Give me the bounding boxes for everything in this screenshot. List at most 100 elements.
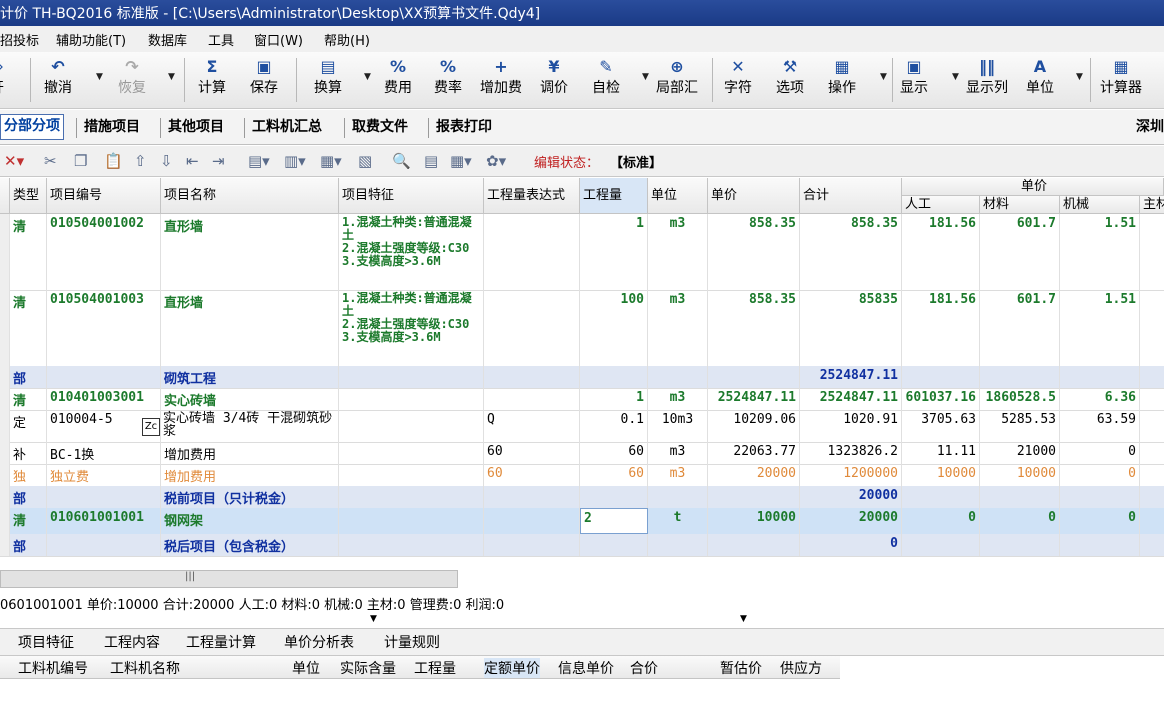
cell-material[interactable]: 21000 xyxy=(980,442,1060,464)
cell-machine[interactable]: 63.59 xyxy=(1060,410,1140,442)
cell-expr[interactable] xyxy=(484,508,580,534)
tab-item-features[interactable]: 项目特征 xyxy=(18,632,74,652)
tab-unit-price-analysis[interactable]: 单价分析表 xyxy=(284,632,354,652)
cell-unit[interactable] xyxy=(648,486,708,508)
split-arrow-icon[interactable]: ▼ xyxy=(740,614,747,624)
cell-qty[interactable]: 1 xyxy=(580,388,648,410)
cell-expr[interactable] xyxy=(484,388,580,410)
toolbar-button-13[interactable]: ✕ 字符 xyxy=(724,56,752,104)
tab-measure-rules[interactable]: 计量规则 xyxy=(384,632,440,652)
cell-material[interactable] xyxy=(980,534,1060,556)
cell-material[interactable]: 1860528.5 xyxy=(980,388,1060,410)
toolbar-button-16[interactable]: ▣ 显示 xyxy=(900,56,928,104)
cell-name[interactable]: 税后项目（包含税金） xyxy=(161,534,339,556)
menu-auxiliary[interactable]: 辅助功能(T) xyxy=(56,30,126,49)
cell-code[interactable]: BC-1换 xyxy=(47,442,161,464)
cell-labor[interactable]: 3705.63 xyxy=(902,410,980,442)
cell-type[interactable]: 补 xyxy=(10,442,47,464)
toolbar-button-3[interactable]: ↷ 恢复 xyxy=(118,56,146,104)
cell-code[interactable]: 010504001002 xyxy=(47,214,161,290)
cell-price[interactable]: 22063.77 xyxy=(708,442,800,464)
cell-total[interactable]: 0 xyxy=(800,534,902,556)
insert-row-icon[interactable]: ▤▾ xyxy=(248,152,270,170)
table-row[interactable]: 定 010004-5 实心砖墙 3/4砖 干混砌筑砂浆 Q 0.1 10m3 10209.0… xyxy=(0,410,1164,443)
tab-quantity-calc[interactable]: 工程量计算 xyxy=(186,632,256,652)
table-row[interactable]: 部 税前项目（只计税金） 20000 xyxy=(0,486,1164,509)
row-header[interactable] xyxy=(0,410,10,442)
cell-type[interactable]: 定 xyxy=(10,410,47,442)
paste-icon[interactable]: 📋 xyxy=(104,152,123,170)
col-main-material[interactable]: 主材 xyxy=(1140,196,1164,214)
cell-code[interactable] xyxy=(47,534,161,556)
cell-expr[interactable]: 60 xyxy=(484,464,580,486)
scroll-grip-icon[interactable]: ||| xyxy=(185,571,195,582)
dropdown-arrow-icon[interactable]: ▼ xyxy=(168,72,175,82)
cell-expr[interactable] xyxy=(484,534,580,556)
tab-division-items[interactable]: 分部分项 xyxy=(0,114,64,140)
cell-qty[interactable]: 0.1 xyxy=(580,410,648,442)
cell-material[interactable]: 0 xyxy=(980,508,1060,534)
cell-name[interactable]: 钢网架 xyxy=(161,508,339,534)
cell-qty[interactable]: 60 xyxy=(580,464,648,486)
tab-other-items[interactable]: 其他项目 xyxy=(168,116,224,140)
cell-machine[interactable]: 1.51 xyxy=(1060,290,1140,366)
tab-measures[interactable]: 措施项目 xyxy=(84,116,140,140)
table-row[interactable]: 补 BC-1换 增加费用 60 60 m3 22063.77 1323826.2 11.11 21… xyxy=(0,442,1164,465)
cell-price[interactable]: 2524847.11 xyxy=(708,388,800,410)
color-icon[interactable]: ✿▾ xyxy=(486,152,506,170)
table-row[interactable]: 部 税后项目（包含税金） 0 xyxy=(0,534,1164,557)
cell-qty[interactable] xyxy=(580,366,648,388)
col-type[interactable]: 类型 xyxy=(10,178,47,214)
cell-machine[interactable]: 1.51 xyxy=(1060,214,1140,290)
cell-code[interactable]: 010504001003 xyxy=(47,290,161,366)
delete-icon[interactable]: ✕▾ xyxy=(4,152,24,170)
tab-region[interactable]: 深圳 xyxy=(1136,116,1164,140)
col-actual-content[interactable]: 实际含量 xyxy=(340,658,396,678)
row-header[interactable] xyxy=(0,388,10,410)
toolbar-button-19[interactable]: ▦ 计算器 xyxy=(1100,56,1142,104)
find-icon[interactable]: 🔍 xyxy=(392,152,411,170)
move-up-icon[interactable]: ⇧ xyxy=(134,152,147,170)
toolbar-button-2[interactable]: ↶ 撤消 xyxy=(44,56,72,104)
cell-machine[interactable] xyxy=(1060,366,1140,388)
cell-machine[interactable]: 6.36 xyxy=(1060,388,1140,410)
cell-price[interactable]: 10209.06 xyxy=(708,410,800,442)
cell-labor[interactable] xyxy=(902,486,980,508)
table-row[interactable]: 部 砌筑工程 2524847.11 xyxy=(0,366,1164,389)
cell-code[interactable]: 010401003001 xyxy=(47,388,161,410)
col-total-price[interactable]: 合价 xyxy=(630,658,658,678)
table-row[interactable]: 清 010504001002 直形墙 1.混凝土种类:普通混凝土 2.混凝土强度等级:… xyxy=(0,214,1164,291)
lock-icon[interactable]: ▧ xyxy=(358,152,372,170)
cell-material[interactable]: 601.7 xyxy=(980,290,1060,366)
row-header[interactable] xyxy=(0,290,10,366)
cell-price[interactable]: 858.35 xyxy=(708,290,800,366)
cell-labor[interactable]: 181.56 xyxy=(902,214,980,290)
cell-material[interactable]: 5285.53 xyxy=(980,410,1060,442)
col-quantity[interactable]: 工程量 xyxy=(414,658,456,678)
toolbar-button-4[interactable]: Σ 计算 xyxy=(198,56,226,104)
col-estimate-price[interactable]: 暂估价 xyxy=(720,658,762,678)
cell-labor[interactable]: 10000 xyxy=(902,464,980,486)
cell-unit[interactable]: t xyxy=(648,508,708,534)
cell-machine[interactable]: 0 xyxy=(1060,442,1140,464)
row-header[interactable] xyxy=(0,534,10,556)
tree-icon[interactable]: ▦▾ xyxy=(450,152,472,170)
cell-type[interactable]: 部 xyxy=(10,486,47,508)
cell-feature[interactable] xyxy=(339,486,484,508)
cell-type[interactable]: 部 xyxy=(10,534,47,556)
cell-feature[interactable] xyxy=(339,366,484,388)
toolbar-button-18[interactable]: A 单位 xyxy=(1026,56,1054,104)
col-resource-code[interactable]: 工料机编号 xyxy=(18,658,88,678)
row-header[interactable] xyxy=(0,442,10,464)
split-arrow-left-icon[interactable]: ▼ xyxy=(370,614,377,624)
dropdown-arrow-icon[interactable]: ▼ xyxy=(642,72,649,82)
cell-unit[interactable]: m3 xyxy=(648,464,708,486)
col-info-price[interactable]: 信息单价 xyxy=(558,658,614,678)
toolbar-button-8[interactable]: % 费率 xyxy=(434,56,462,104)
cell-total[interactable]: 2524847.11 xyxy=(800,388,902,410)
cell-expr[interactable]: 60 xyxy=(484,442,580,464)
tab-work-content[interactable]: 工程内容 xyxy=(104,632,160,652)
col-qty-expression[interactable]: 工程量表达式 xyxy=(484,178,580,214)
cell-labor[interactable] xyxy=(902,534,980,556)
cell-type[interactable]: 部 xyxy=(10,366,47,388)
